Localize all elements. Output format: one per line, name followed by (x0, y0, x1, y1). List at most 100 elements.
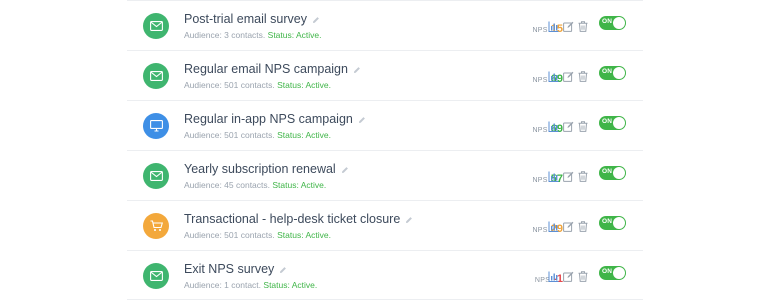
campaign-audience: Audience: 501 contacts. (184, 80, 275, 90)
toggle-label: ON (602, 268, 613, 275)
campaign-status: Status: Active. (272, 180, 327, 190)
campaign-name-text[interactable]: Post-trial email survey (184, 12, 307, 26)
campaign-meta: Audience: 501 contacts. Status: Active. (184, 130, 331, 140)
campaign-name-text[interactable]: Yearly subscription renewal (184, 162, 336, 176)
campaign-meta: Audience: 1 contact. Status: Active. (184, 280, 317, 290)
campaign-meta: Audience: 3 contacts. Status: Active. (184, 30, 322, 40)
campaign-row[interactable]: Yearly subscription renewal Audience: 45 … (127, 150, 643, 200)
campaign-meta: Audience: 501 contacts. Status: Active. (184, 230, 331, 240)
campaign-avatar (143, 63, 169, 89)
campaign-actions (548, 69, 589, 82)
toggle-knob (613, 217, 625, 229)
campaign-name-text[interactable]: Transactional - help-desk ticket closure (184, 212, 400, 226)
toggle-knob (613, 167, 625, 179)
campaign-actions (548, 169, 589, 182)
rename-pencil-icon[interactable] (312, 13, 320, 27)
campaign-actions (548, 19, 589, 32)
edit-icon[interactable] (563, 169, 574, 182)
campaign-audience: Audience: 45 contacts. (184, 180, 271, 190)
envelope-icon (149, 21, 163, 31)
campaign-name[interactable]: Exit NPS survey (184, 262, 287, 277)
campaign-audience: Audience: 501 contacts. (184, 130, 275, 140)
campaign-status: Status: Active. (263, 280, 318, 290)
toggle-knob (613, 267, 625, 279)
trash-icon[interactable] (578, 269, 589, 282)
rename-pencil-icon[interactable] (341, 163, 349, 177)
trash-icon[interactable] (578, 69, 589, 82)
campaign-audience: Audience: 501 contacts. (184, 230, 275, 240)
campaign-name[interactable]: Transactional - help-desk ticket closure (184, 212, 413, 227)
campaign-avatar (143, 13, 169, 39)
toggle-knob (613, 17, 625, 29)
rename-pencil-icon[interactable] (405, 213, 413, 227)
edit-icon[interactable] (563, 219, 574, 232)
nps-label: NPS (532, 27, 548, 34)
edit-icon[interactable] (563, 69, 574, 82)
campaign-status: Status: Active. (277, 80, 331, 90)
trash-icon[interactable] (578, 119, 589, 132)
campaign-row[interactable]: Transactional - help-desk ticket closure… (127, 200, 643, 250)
campaign-active-toggle[interactable]: ON (599, 66, 626, 80)
nps-label: NPS (532, 127, 548, 134)
campaign-active-toggle[interactable]: ON (599, 166, 626, 180)
campaign-avatar (143, 263, 169, 289)
trash-icon[interactable] (578, 169, 589, 182)
campaign-meta: Audience: 501 contacts. Status: Active. (184, 80, 331, 90)
campaign-name[interactable]: Post-trial email survey (184, 12, 320, 27)
bar-chart-icon[interactable] (548, 269, 559, 282)
campaign-name[interactable]: Regular in-app NPS campaign (184, 112, 366, 127)
campaign-row[interactable]: Exit NPS survey Audience: 1 contact. Stat… (127, 250, 643, 300)
campaign-audience: Audience: 3 contacts. (184, 30, 266, 40)
trash-icon[interactable] (578, 19, 589, 32)
campaign-actions (548, 269, 589, 282)
campaign-row[interactable]: Regular email NPS campaign Audience: 501 … (127, 50, 643, 100)
trash-icon[interactable] (578, 219, 589, 232)
toggle-label: ON (602, 118, 613, 125)
campaign-status: Status: Active. (277, 130, 331, 140)
edit-icon[interactable] (563, 269, 574, 282)
rename-pencil-icon[interactable] (279, 263, 287, 277)
campaign-name[interactable]: Yearly subscription renewal (184, 162, 349, 177)
campaign-name[interactable]: Regular email NPS campaign (184, 62, 361, 77)
edit-icon[interactable] (563, 119, 574, 132)
campaign-meta: Audience: 45 contacts. Status: Active. (184, 180, 326, 190)
campaign-row[interactable]: Post-trial email survey Audience: 3 conta… (127, 0, 643, 50)
rename-pencil-icon[interactable] (353, 63, 361, 77)
campaign-name-text[interactable]: Regular in-app NPS campaign (184, 112, 353, 126)
nps-label: NPS (532, 177, 548, 184)
bar-chart-icon[interactable] (548, 119, 559, 132)
campaign-avatar (143, 113, 169, 139)
toggle-label: ON (602, 68, 613, 75)
bar-chart-icon[interactable] (548, 19, 559, 32)
bar-chart-icon[interactable] (548, 69, 559, 82)
edit-icon[interactable] (563, 19, 574, 32)
campaign-active-toggle[interactable]: ON (599, 216, 626, 230)
nps-label: NPS (532, 227, 548, 234)
campaign-row[interactable]: Regular in-app NPS campaign Audience: 501… (127, 100, 643, 150)
envelope-icon (149, 271, 163, 281)
bar-chart-icon[interactable] (548, 169, 559, 182)
campaign-active-toggle[interactable]: ON (599, 116, 626, 130)
campaign-status: Status: Active. (267, 30, 322, 40)
bar-chart-icon[interactable] (548, 219, 559, 232)
campaign-actions (548, 119, 589, 132)
toggle-label: ON (602, 168, 613, 175)
toggle-label: ON (602, 18, 613, 25)
campaign-actions (548, 219, 589, 232)
campaign-name-text[interactable]: Exit NPS survey (184, 262, 274, 276)
monitor-icon (149, 120, 163, 132)
campaign-active-toggle[interactable]: ON (599, 16, 626, 30)
campaign-name-text[interactable]: Regular email NPS campaign (184, 62, 348, 76)
campaign-audience: Audience: 1 contact. (184, 280, 262, 290)
toggle-label: ON (602, 218, 613, 225)
campaign-active-toggle[interactable]: ON (599, 266, 626, 280)
campaign-status: Status: Active. (277, 230, 331, 240)
cart-icon (150, 220, 163, 232)
nps-label: NPS (532, 77, 548, 84)
toggle-knob (613, 67, 625, 79)
campaign-avatar (143, 163, 169, 189)
toggle-knob (613, 117, 625, 129)
rename-pencil-icon[interactable] (358, 113, 366, 127)
campaign-avatar (143, 213, 169, 239)
envelope-icon (149, 171, 163, 181)
